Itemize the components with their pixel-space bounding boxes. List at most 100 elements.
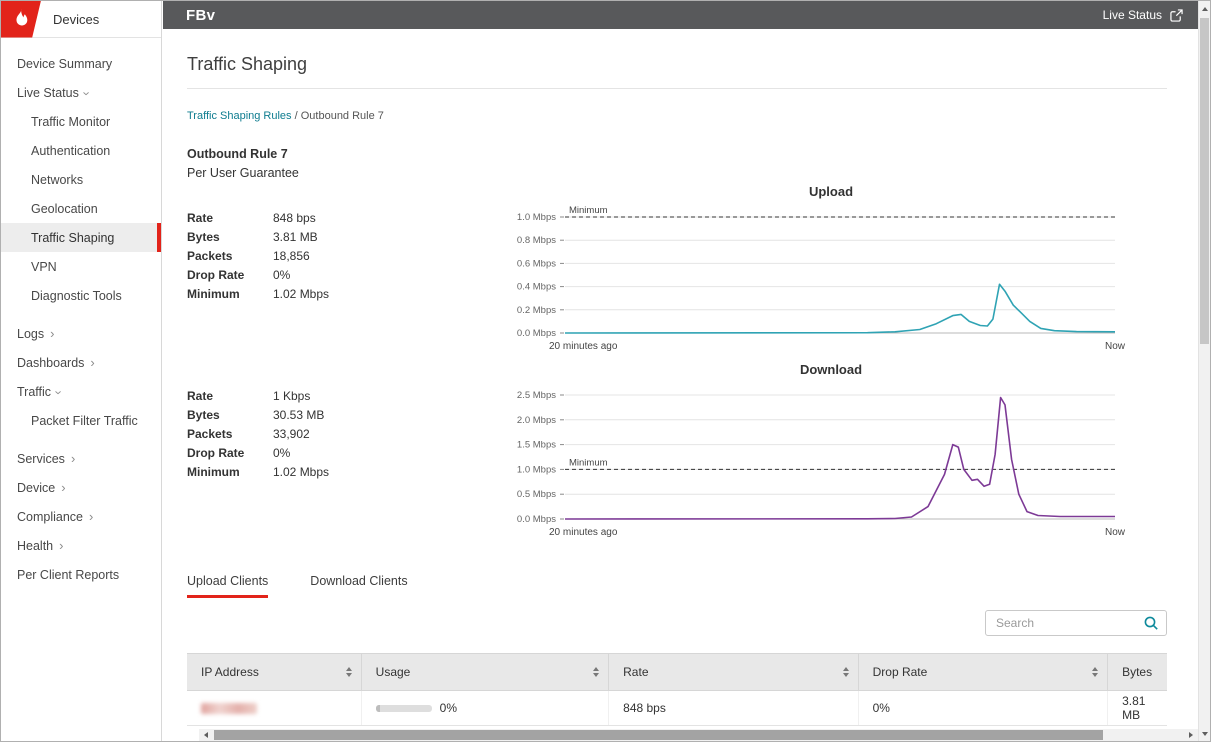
- usage-progress-fill: [376, 705, 380, 712]
- column-header-bytes[interactable]: Bytes: [1108, 654, 1167, 690]
- sidebar-item-label: Traffic Monitor: [31, 115, 110, 129]
- chevron-right-icon: ›: [89, 510, 93, 523]
- chevron-right-icon: ›: [71, 452, 75, 465]
- stat-row: Drop Rate0%: [187, 446, 495, 460]
- horizontal-scrollbar[interactable]: [199, 729, 1198, 741]
- scroll-left-button[interactable]: [199, 729, 213, 741]
- column-label: IP Address: [201, 665, 259, 679]
- column-header-rate[interactable]: Rate: [609, 654, 858, 690]
- sidebar-item-per-client-reports[interactable]: Per Client Reports: [1, 560, 161, 589]
- sort-icon: [1092, 667, 1098, 677]
- stat-value: 0%: [273, 268, 290, 282]
- search-icon[interactable]: [1143, 615, 1159, 636]
- stat-label: Minimum: [187, 287, 273, 301]
- cell-ip-address: [187, 691, 362, 725]
- sidebar-item-label: Health: [17, 539, 53, 553]
- svg-text:Now: Now: [1105, 341, 1126, 352]
- brand-flame-icon: [1, 1, 41, 38]
- stat-row: Bytes30.53 MB: [187, 408, 495, 422]
- sidebar-item-label: Packet Filter Traffic: [31, 414, 138, 428]
- column-label: Usage: [376, 665, 411, 679]
- stat-row: Bytes3.81 MB: [187, 230, 495, 244]
- stat-value: 848 bps: [273, 211, 316, 225]
- stat-label: Bytes: [187, 408, 273, 422]
- page-content: Traffic Shaping Traffic Shaping Rules / …: [163, 29, 1198, 731]
- table-header: IP Address Usage Rate Drop Rate Bytes: [187, 653, 1167, 691]
- tab-upload-clients[interactable]: Upload Clients: [187, 574, 268, 598]
- live-status-button[interactable]: Live Status: [1103, 8, 1183, 22]
- sidebar-item-vpn[interactable]: VPN: [1, 252, 161, 281]
- stat-row: Packets18,856: [187, 249, 495, 263]
- clients-table: IP Address Usage Rate Drop Rate Bytes 0%…: [187, 653, 1167, 726]
- stat-value: 1 Kbps: [273, 389, 310, 403]
- topbar: FBv Live Status: [163, 1, 1198, 29]
- chevron-right-icon: ›: [59, 539, 63, 552]
- sidebar-item-traffic-monitor[interactable]: Traffic Monitor: [1, 107, 161, 136]
- vertical-scrollbar[interactable]: [1198, 1, 1210, 741]
- breadcrumb-link-traffic-shaping-rules[interactable]: Traffic Shaping Rules: [187, 110, 292, 122]
- svg-text:0.5 Mbps: 0.5 Mbps: [517, 489, 556, 500]
- table-row[interactable]: 0% 848 bps 0% 3.81 MB: [187, 691, 1167, 726]
- download-stats: Rate1 Kbps Bytes30.53 MB Packets33,902 D…: [187, 362, 495, 544]
- upload-section: Rate848 bps Bytes3.81 MB Packets18,856 D…: [187, 184, 1167, 358]
- stat-value: 1.02 Mbps: [273, 465, 329, 479]
- stat-row: Drop Rate0%: [187, 268, 495, 282]
- external-link-icon: [1170, 9, 1183, 22]
- svg-text:1.5 Mbps: 1.5 Mbps: [517, 440, 556, 451]
- sidebar-item-device-summary[interactable]: Device Summary: [1, 49, 161, 78]
- scroll-down-button[interactable]: [1199, 726, 1210, 741]
- sort-icon: [593, 667, 599, 677]
- sidebar-item-diagnostic-tools[interactable]: Diagnostic Tools: [1, 281, 161, 310]
- sidebar: Devices Device Summary Live Status› Traf…: [1, 1, 162, 741]
- sidebar-item-live-status[interactable]: Live Status›: [1, 78, 161, 107]
- column-header-usage[interactable]: Usage: [362, 654, 609, 690]
- stat-row: Rate1 Kbps: [187, 389, 495, 403]
- sidebar-item-device[interactable]: Device›: [1, 473, 161, 502]
- horizontal-scrollbar-thumb[interactable]: [214, 730, 1103, 740]
- search-input[interactable]: [985, 610, 1167, 636]
- svg-text:0.4 Mbps: 0.4 Mbps: [517, 282, 556, 293]
- stat-row: Rate848 bps: [187, 211, 495, 225]
- svg-text:Minimum: Minimum: [569, 457, 608, 468]
- sidebar-item-geolocation[interactable]: Geolocation: [1, 194, 161, 223]
- sidebar-item-label: Compliance: [17, 510, 83, 524]
- sidebar-item-networks[interactable]: Networks: [1, 165, 161, 194]
- svg-text:20 minutes ago: 20 minutes ago: [549, 527, 618, 538]
- sidebar-item-compliance[interactable]: Compliance ›: [1, 502, 161, 531]
- cell-bytes: 3.81 MB: [1108, 691, 1167, 725]
- svg-text:0.8 Mbps: 0.8 Mbps: [517, 235, 556, 246]
- ip-address-redacted: [201, 703, 257, 714]
- chevron-right-icon: ›: [50, 327, 54, 340]
- device-name-title: FBv: [186, 7, 215, 24]
- sidebar-item-label: Diagnostic Tools: [31, 289, 122, 303]
- upload-stats: Rate848 bps Bytes3.81 MB Packets18,856 D…: [187, 184, 495, 358]
- sidebar-item-traffic-shaping[interactable]: Traffic Shaping: [1, 223, 161, 252]
- tab-download-clients[interactable]: Download Clients: [310, 574, 407, 598]
- sidebar-item-health[interactable]: Health ›: [1, 531, 161, 560]
- sidebar-item-services[interactable]: Services›: [1, 444, 161, 473]
- sidebar-item-label: Geolocation: [31, 202, 98, 216]
- svg-text:1.0 Mbps: 1.0 Mbps: [517, 464, 556, 475]
- svg-text:0.0 Mbps: 0.0 Mbps: [517, 328, 556, 339]
- sidebar-item-dashboards[interactable]: Dashboards›: [1, 348, 161, 377]
- rate-value: 848 bps: [623, 701, 666, 715]
- sidebar-item-authentication[interactable]: Authentication: [1, 136, 161, 165]
- stat-row: Minimum1.02 Mbps: [187, 465, 495, 479]
- sidebar-item-packet-filter-traffic[interactable]: Packet Filter Traffic: [1, 406, 161, 435]
- sidebar-item-logs[interactable]: Logs›: [1, 319, 161, 348]
- stat-value: 30.53 MB: [273, 408, 324, 422]
- download-chart-svg: 0.0 Mbps0.5 Mbps1.0 Mbps1.5 Mbps2.0 Mbps…: [495, 381, 1167, 539]
- column-header-drop-rate[interactable]: Drop Rate: [859, 654, 1108, 690]
- search-box: [985, 610, 1167, 636]
- sidebar-item-traffic[interactable]: Traffic›: [1, 377, 161, 406]
- scroll-right-button[interactable]: [1184, 729, 1198, 741]
- vertical-scrollbar-thumb[interactable]: [1200, 18, 1209, 344]
- page-title: Traffic Shaping: [187, 54, 1167, 89]
- scroll-up-button[interactable]: [1199, 1, 1210, 16]
- stat-value: 33,902: [273, 427, 310, 441]
- breadcrumb-separator: /: [292, 110, 301, 122]
- column-header-ip-address[interactable]: IP Address: [187, 654, 362, 690]
- stat-value: 18,856: [273, 249, 310, 263]
- download-chart-title: Download: [495, 362, 1167, 381]
- chevron-down-icon: ›: [81, 91, 94, 95]
